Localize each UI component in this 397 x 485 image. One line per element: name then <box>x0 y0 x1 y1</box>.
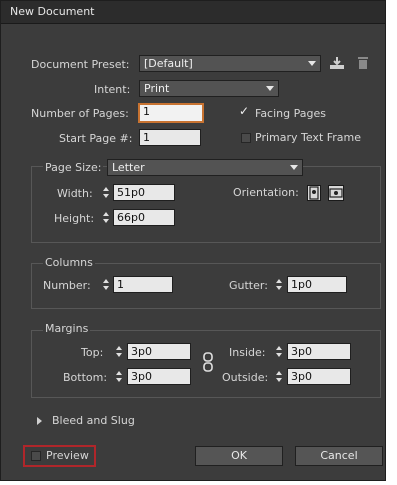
height-label: Height: <box>54 212 95 225</box>
portrait-icon[interactable] <box>307 185 321 201</box>
inside-margin-label: Inside: <box>229 346 266 359</box>
disclosure-triangle-icon[interactable] <box>37 417 42 425</box>
bottom-margin-label: Bottom: <box>63 371 108 384</box>
preview-checkbox[interactable] <box>31 451 41 461</box>
height-stepper[interactable] <box>102 209 111 226</box>
chevron-down-icon <box>308 61 316 66</box>
intent-label: Intent: <box>94 83 131 96</box>
link-margins-icon[interactable] <box>202 351 214 373</box>
page-size-value: Letter <box>112 161 145 174</box>
bottom-margin-field[interactable]: 3p0 <box>127 368 191 385</box>
number-of-pages-field[interactable]: 1 <box>138 103 204 123</box>
gutter-label: Gutter: <box>229 279 268 292</box>
document-preset-label: Document Preset: <box>31 58 130 71</box>
page-size-dropdown[interactable]: Letter <box>107 159 303 176</box>
bleed-and-slug-label[interactable]: Bleed and Slug <box>52 414 135 427</box>
primary-text-frame-checkbox[interactable] <box>241 133 251 143</box>
gutter-stepper[interactable] <box>275 276 284 293</box>
number-of-pages-label: Number of Pages: <box>31 107 129 120</box>
new-document-dialog: New Document Document Preset: [Default] … <box>0 0 386 481</box>
width-field[interactable]: 51p0 <box>113 184 175 201</box>
top-margin-stepper[interactable] <box>115 343 124 360</box>
columns-number-label: Number: <box>43 279 91 292</box>
save-preset-icon[interactable] <box>329 56 345 70</box>
cancel-button[interactable]: Cancel <box>295 446 383 466</box>
height-field[interactable]: 66p0 <box>113 209 175 226</box>
inside-margin-stepper[interactable] <box>275 343 284 360</box>
columns-label: Columns <box>43 256 95 269</box>
start-page-label: Start Page #: <box>59 132 133 145</box>
margins-label: Margins <box>43 322 91 335</box>
outside-margin-stepper[interactable] <box>275 368 284 385</box>
title-bar: New Document <box>1 1 385 24</box>
intent-dropdown[interactable]: Print <box>139 80 279 97</box>
start-page-field[interactable]: 1 <box>139 129 201 146</box>
bottom-margin-stepper[interactable] <box>115 368 124 385</box>
columns-number-field[interactable]: 1 <box>113 276 173 293</box>
facing-pages-checkbox[interactable]: ✓ <box>239 104 249 118</box>
facing-pages-label: Facing Pages <box>255 107 326 120</box>
orientation-label: Orientation: <box>233 186 299 199</box>
chevron-down-icon <box>290 165 298 170</box>
inside-margin-field[interactable]: 3p0 <box>287 343 351 360</box>
document-preset-value: [Default] <box>144 57 193 70</box>
outside-margin-label: Outside: <box>222 371 269 384</box>
gutter-field[interactable]: 1p0 <box>287 276 347 293</box>
width-label: Width: <box>57 187 93 200</box>
top-margin-field[interactable]: 3p0 <box>127 343 191 360</box>
width-stepper[interactable] <box>102 184 111 201</box>
page-size-group <box>31 166 381 243</box>
document-preset-dropdown[interactable]: [Default] <box>139 55 321 72</box>
dialog-title: New Document <box>10 5 95 18</box>
primary-text-frame-label: Primary Text Frame <box>255 131 362 144</box>
intent-value: Print <box>144 82 170 95</box>
top-margin-label: Top: <box>81 346 104 359</box>
chevron-down-icon <box>266 86 274 91</box>
page-size-label: Page Size: <box>43 161 104 174</box>
columns-number-stepper[interactable] <box>102 276 111 293</box>
delete-preset-icon[interactable] <box>358 56 368 70</box>
preview-label: Preview <box>46 449 89 462</box>
landscape-icon[interactable] <box>328 185 344 201</box>
outside-margin-field[interactable]: 3p0 <box>287 368 351 385</box>
ok-button[interactable]: OK <box>195 446 283 466</box>
